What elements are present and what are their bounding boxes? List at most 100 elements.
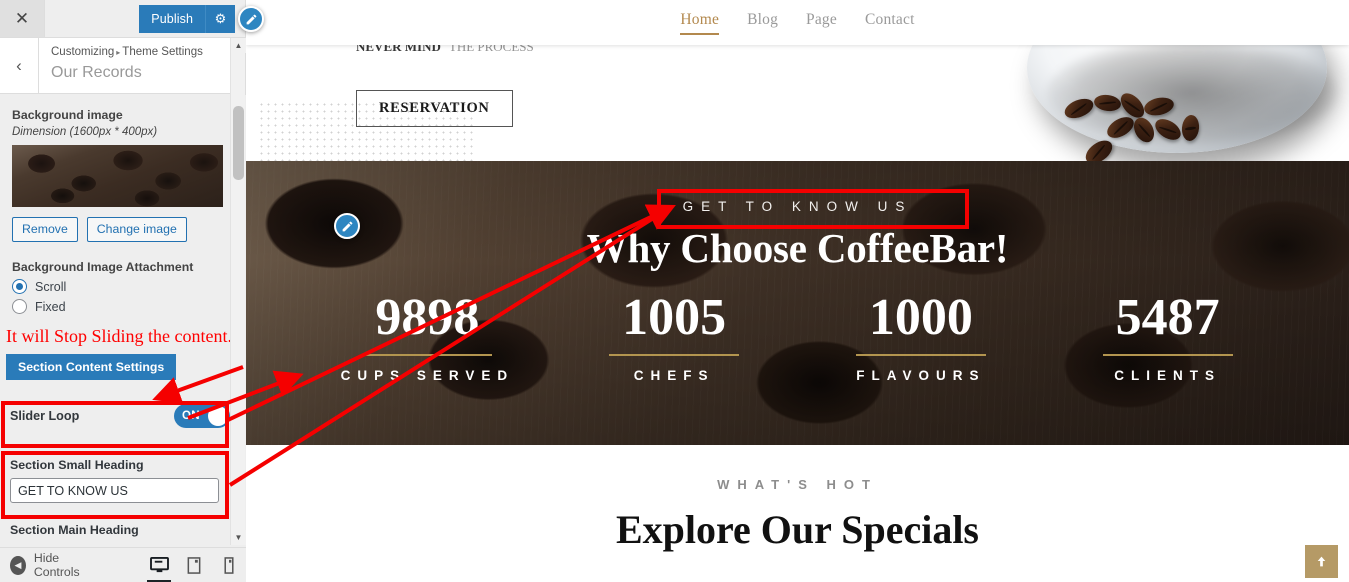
pencil-icon [246, 14, 256, 24]
counter-item: 5487 CLIENTS [1044, 290, 1291, 383]
page-title: Our Records [51, 64, 142, 81]
hide-controls-label: Hide Controls [33, 551, 80, 579]
our-records-section: GET TO KNOW US Why Choose CoffeeBar! 989… [246, 161, 1349, 445]
slider-loop-label: Slider Loop [10, 409, 80, 423]
customizer-scrollbar[interactable]: ▲ ▼ [230, 38, 246, 545]
records-content: GET TO KNOW US Why Choose CoffeeBar! 989… [246, 161, 1349, 383]
nav-item-contact[interactable]: Contact [865, 11, 915, 33]
specials-section: WHAT'S HOT Explore Our Specials [246, 445, 1349, 553]
hide-controls-button[interactable]: ◀ Hide Controls [0, 551, 96, 579]
hero-top-section: NEVER MIND THE PROCESS RESERVATION [246, 45, 1349, 161]
publish-button[interactable]: Publish [139, 4, 205, 33]
device-preview-buttons [142, 548, 246, 582]
specials-small-heading: WHAT'S HOT [717, 477, 878, 492]
counters-row: 9898 CUPS SERVED 1005 CHEFS 1000 FLAVOUR… [246, 290, 1349, 383]
controls-list: Background image Dimension (1600px * 400… [0, 95, 246, 537]
close-icon[interactable]: ✕ [0, 0, 45, 37]
hero-cut-text-main: NEVER MIND [356, 45, 441, 54]
scrollbar-thumb[interactable] [233, 106, 244, 180]
scroll-down-icon[interactable]: ▼ [231, 530, 246, 545]
customizer-footer: ◀ Hide Controls [0, 547, 246, 582]
specials-main-heading: Explore Our Specials [615, 507, 979, 552]
counter-divider [1102, 354, 1233, 356]
mobile-icon [224, 556, 234, 574]
hero-cut-text-dim: THE PROCESS [448, 45, 534, 54]
nav-items: Home Blog Page Contact [680, 11, 914, 35]
arrow-up-icon [1317, 556, 1326, 567]
control-section-main-heading: Section Main Heading [0, 517, 246, 537]
tablet-icon [187, 556, 201, 574]
nav-item-blog[interactable]: Blog [747, 11, 778, 33]
counter-divider [609, 354, 740, 356]
counter-label: CHEFS [633, 367, 715, 383]
remove-image-button[interactable]: Remove [12, 217, 78, 242]
slider-loop-toggle[interactable]: ON [174, 404, 230, 428]
toggle-knob [208, 406, 228, 426]
radio-label-fixed: Fixed [35, 299, 66, 314]
counter-label: FLAVOURS [856, 367, 986, 383]
background-image-label: Background image [12, 108, 123, 122]
counter-label: CLIENTS [1114, 367, 1221, 383]
counter-number: 1000 [868, 289, 973, 346]
counter-item: 1005 CHEFS [551, 290, 798, 383]
hero-cut-text: NEVER MIND THE PROCESS [356, 45, 534, 55]
chevron-left-icon: ◀ [10, 555, 26, 575]
thumbnail-image [12, 145, 223, 207]
annotation-note-text: It will Stop Sliding the content. [6, 326, 232, 346]
image-actions: Remove Change image [12, 217, 234, 242]
radio-option-scroll[interactable]: Scroll [12, 279, 234, 294]
control-section-small-heading: Section Small Heading [0, 452, 246, 517]
customizer-sidebar: ✕ Publish ⚙ ‹ Customizing ▸ Theme Settings… [0, 0, 246, 582]
records-main-heading: Why Choose CoffeeBar! [586, 225, 1009, 271]
pencil-icon [342, 221, 352, 231]
control-slider-loop: Slider Loop ON [0, 394, 246, 438]
change-image-button[interactable]: Change image [86, 217, 187, 242]
back-button[interactable]: ‹ [0, 38, 39, 93]
counter-item: 9898 CUPS SERVED [304, 290, 551, 383]
site-navigation: Home Blog Page Contact [246, 0, 1349, 45]
breadcrumb: Customizing ▸ Theme Settings [51, 45, 245, 60]
screen: Home Blog Page Contact NEVER MIND THE PRO… [0, 0, 1349, 582]
section-content-settings-button[interactable]: Section Content Settings [6, 354, 177, 380]
gear-icon[interactable]: ⚙ [205, 4, 235, 33]
counter-label: CUPS SERVED [340, 367, 515, 383]
background-image-dimension: Dimension (1600px * 400px) [12, 126, 158, 138]
device-desktop-button[interactable] [142, 548, 176, 582]
device-tablet-button[interactable] [177, 548, 211, 582]
device-mobile-button[interactable] [212, 548, 246, 582]
toggle-state-text: ON [182, 410, 200, 422]
background-attachment-label: Background Image Attachment [12, 260, 194, 274]
reservation-button[interactable]: RESERVATION [356, 90, 513, 127]
customizer-header: ‹ Customizing ▸ Theme Settings Our Records [0, 38, 245, 94]
desktop-icon [149, 556, 169, 572]
customizer-titles: Customizing ▸ Theme Settings Our Records [39, 38, 245, 93]
records-small-heading: GET TO KNOW US [682, 199, 913, 214]
radio-label-scroll: Scroll [35, 279, 67, 294]
counter-number: 1005 [622, 289, 727, 346]
back-to-top-button[interactable] [1305, 545, 1338, 578]
edit-shortcut-icon[interactable] [334, 213, 360, 239]
breadcrumb-parent[interactable]: Theme Settings [122, 46, 203, 58]
customizer-controls-scroll[interactable]: Background image Dimension (1600px * 400… [0, 95, 246, 547]
section-main-heading-label: Section Main Heading [10, 523, 139, 537]
customizer-topbar: ✕ Publish ⚙ [0, 0, 245, 38]
radio-icon-selected [12, 279, 27, 294]
radio-option-fixed[interactable]: Fixed [12, 299, 234, 314]
scroll-up-icon[interactable]: ▲ [231, 38, 246, 53]
counter-divider [855, 354, 986, 356]
background-image-thumbnail[interactable] [12, 145, 223, 207]
breadcrumb-root[interactable]: Customizing [51, 46, 114, 58]
counter-number: 5487 [1115, 289, 1220, 346]
control-background-attachment: Background Image Attachment Scroll Fixed [0, 260, 246, 314]
counter-divider [362, 354, 493, 356]
counter-number: 9898 [375, 289, 480, 346]
nav-item-page[interactable]: Page [806, 11, 837, 33]
counter-item: 1000 FLAVOURS [798, 290, 1045, 383]
nav-item-home[interactable]: Home [680, 11, 720, 35]
control-background-image: Background image Dimension (1600px * 400… [0, 95, 246, 242]
section-small-heading-input[interactable] [10, 478, 219, 503]
edit-shortcut-icon-header[interactable] [238, 6, 264, 32]
radio-icon-unselected [12, 299, 27, 314]
